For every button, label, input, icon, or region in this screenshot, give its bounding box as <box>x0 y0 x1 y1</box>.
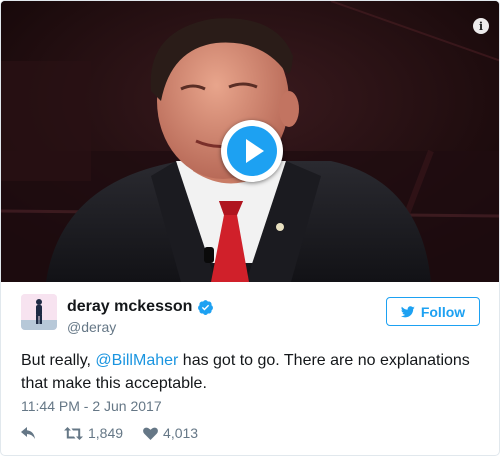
tweet-actions: 1,849 4,013 <box>21 424 198 442</box>
video-thumbnail[interactable]: i <box>1 1 499 282</box>
tweet-timestamp[interactable]: 11:44 PM - 2 Jun 2017 <box>21 398 162 414</box>
like-count: 4,013 <box>163 425 199 441</box>
avatar-image <box>21 294 57 330</box>
retweet-count: 1,849 <box>88 425 124 441</box>
avatar[interactable] <box>21 294 57 330</box>
reply-icon <box>21 427 35 439</box>
play-icon <box>227 126 277 176</box>
heart-icon <box>143 427 158 440</box>
follow-button[interactable]: Follow <box>386 297 480 326</box>
verified-badge-icon <box>198 300 213 315</box>
tweet-text: But really, @BillMaher has got to go. Th… <box>21 349 486 395</box>
retweet-button[interactable]: 1,849 <box>64 425 123 441</box>
follow-button-label: Follow <box>420 303 466 320</box>
bird-icon <box>400 305 415 317</box>
mention-link[interactable]: @BillMaher <box>95 352 178 369</box>
tweet-card: i deray mckesson @deray Follow But reall… <box>0 0 500 456</box>
like-button[interactable]: 4,013 <box>143 425 198 441</box>
retweet-icon <box>64 426 83 440</box>
info-icon[interactable]: i <box>473 18 489 34</box>
tweet-text-start: But really, <box>21 352 96 369</box>
reply-button[interactable] <box>21 427 36 439</box>
user-handle[interactable]: @deray <box>67 319 116 335</box>
user-name[interactable]: deray mckesson <box>67 298 192 316</box>
play-button[interactable] <box>221 120 283 182</box>
